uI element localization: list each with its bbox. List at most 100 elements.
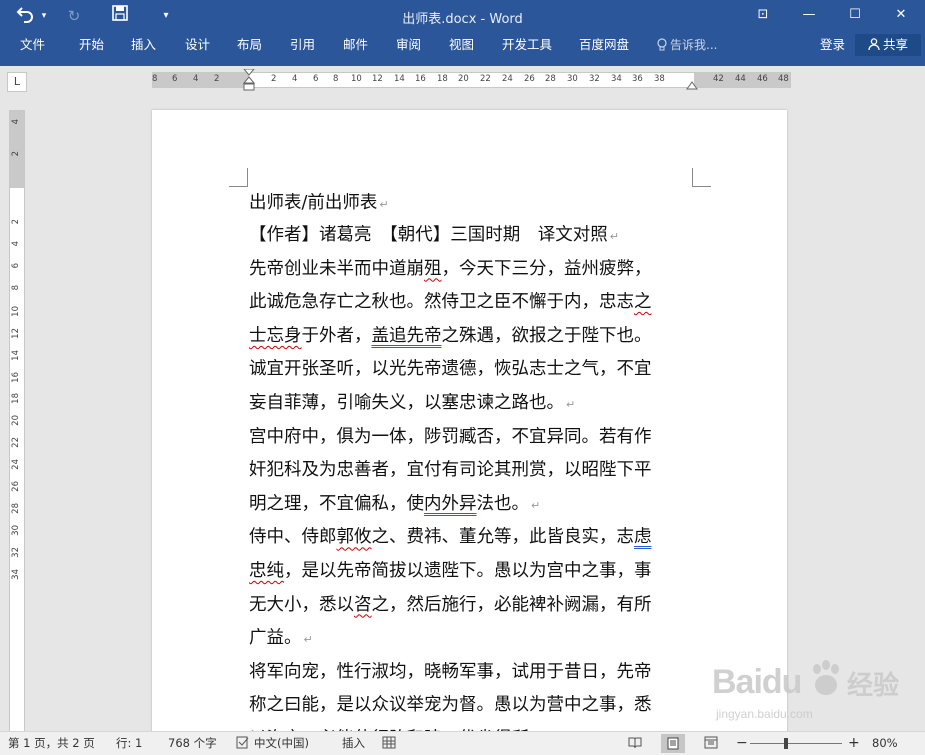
tab-review[interactable]: 审阅 xyxy=(396,34,421,66)
text-run: 先帝创业未半而中道崩 xyxy=(249,258,424,279)
document-line[interactable]: 广益。 ↵ xyxy=(249,622,694,656)
document-line[interactable]: 此诚危急存亡之秋也。然侍卫之臣不懈于内，忠志之 xyxy=(249,286,694,320)
ruler-tick: 44 xyxy=(735,74,746,84)
ruler-tick: 2 xyxy=(214,74,220,84)
word-count[interactable]: 768 个字 xyxy=(168,732,217,755)
tell-me-label: 告诉我... xyxy=(670,38,718,52)
language-indicator[interactable]: 中文(中国) xyxy=(254,732,309,755)
ruler-tick: 46 xyxy=(757,74,768,84)
ruler-tick: 32 xyxy=(11,547,21,558)
document-line[interactable]: 忠纯，是以先帝简拔以遗陛下。愚以为宫中之事，事 xyxy=(249,555,694,589)
document-line[interactable]: 先帝创业未半而中道崩殂，今天下三分，益州疲弊， xyxy=(249,253,694,287)
lightbulb-icon xyxy=(657,38,667,51)
tab-insert[interactable]: 插入 xyxy=(131,34,156,66)
read-mode-icon[interactable] xyxy=(628,736,642,749)
web-layout-icon[interactable] xyxy=(704,736,718,749)
close-button[interactable]: ✕ xyxy=(886,4,916,26)
tab-developer[interactable]: 开发工具 xyxy=(502,34,552,66)
tab-selector[interactable]: L xyxy=(7,72,27,92)
zoom-in-button[interactable]: + xyxy=(848,732,860,755)
ruler-tick: 2 xyxy=(11,219,21,225)
text-run: 之、费祎、董允等，此皆良实，志 xyxy=(371,527,635,548)
ruler-tick: 26 xyxy=(11,481,21,492)
print-layout-icon xyxy=(667,737,679,750)
proofing-flagged-text: 虑 xyxy=(634,527,652,548)
tab-file[interactable]: 文件 xyxy=(20,34,45,66)
text-run: 之殊遇，欲报之于陛下也。 xyxy=(441,325,652,346)
macro-recording-icon[interactable] xyxy=(382,736,396,749)
document-line[interactable]: 诚宜开张圣听，以光先帝遗德，恢弘志士之气，不宜 xyxy=(249,353,694,387)
sign-in-link[interactable]: 登录 xyxy=(820,34,845,66)
zoom-level[interactable]: 80% xyxy=(872,732,898,755)
document-line[interactable]: 侍中、侍郎郭攸之、费祎、董允等，此皆良实，志虑 xyxy=(249,521,694,555)
ruler-tick: 34 xyxy=(611,74,622,84)
text-run: 宫中府中，俱为一体，陟罚臧否，不宜异同。若有作 xyxy=(249,426,652,447)
text-run: 法也。 xyxy=(476,493,530,514)
print-layout-button[interactable] xyxy=(661,734,685,753)
document-line[interactable]: 明之理，不宜偏私，使内外异法也。 ↵ xyxy=(249,488,694,522)
ruler-tick: 32 xyxy=(589,74,600,84)
ruler-tick: 18 xyxy=(11,393,21,404)
proofing-flagged-text: 内外异 xyxy=(424,493,477,514)
text-run: 此诚危急存亡之秋也。然侍卫之臣不懈于内，忠志 xyxy=(249,292,634,313)
zoom-out-button[interactable]: − xyxy=(736,732,748,755)
vertical-ruler[interactable]: 4 2 2 4 6 8 10 12 14 16 18 20 22 24 26 2… xyxy=(9,110,25,752)
document-line[interactable]: 无大小，悉以咨之，然后施行，必能裨补阙漏，有所 xyxy=(249,589,694,623)
ruler-tick: 4 xyxy=(193,74,199,84)
document-line[interactable]: 妄自菲薄，引喻失义，以塞忠谏之路也。 ↵ xyxy=(249,387,694,421)
minimize-button[interactable]: — xyxy=(794,4,824,26)
page-indicator[interactable]: 第 1 页，共 2 页 xyxy=(8,732,95,755)
ruler-tick: 2 xyxy=(271,74,277,84)
document-line[interactable]: 宫中府中，俱为一体，陟罚臧否，不宜异同。若有作 xyxy=(249,421,694,455)
person-icon xyxy=(868,38,880,51)
crop-mark xyxy=(229,168,248,187)
ruler-tick: 30 xyxy=(567,74,578,84)
document-line[interactable]: 【作者】诸葛亮 【朝代】三国时期 译文对照 ↵ xyxy=(249,219,694,253)
ruler-tick: 22 xyxy=(480,74,491,84)
ribbon-display-options-button[interactable]: ⊡ xyxy=(748,4,778,26)
insert-mode-indicator[interactable]: 插入 xyxy=(342,732,365,755)
tab-design[interactable]: 设计 xyxy=(185,34,210,66)
share-label: 共享 xyxy=(882,37,908,52)
ruler-tick: 8 xyxy=(333,74,339,84)
tell-me-search[interactable]: 告诉我... xyxy=(657,34,717,66)
tab-mailings[interactable]: 邮件 xyxy=(343,34,368,66)
tab-layout[interactable]: 布局 xyxy=(237,34,262,66)
proofing-icon[interactable] xyxy=(236,736,250,749)
text-run: 于外者， xyxy=(301,325,372,346)
proofing-flagged-text: 盖追先帝 xyxy=(371,325,442,346)
document-line[interactable]: 奸犯科及为忠善者，宜付有司论其刑赏，以昭陛下平 xyxy=(249,454,694,488)
ruler-tick: 20 xyxy=(458,74,469,84)
share-button[interactable]: 共享 xyxy=(855,34,921,56)
crop-mark xyxy=(692,168,711,187)
right-indent-marker[interactable] xyxy=(686,81,698,91)
text-run: 出师表/前出师表 xyxy=(249,193,378,213)
ruler-tick: 22 xyxy=(11,437,21,448)
document-body[interactable]: 出师表/前出师表 ↵ 【作者】诸葛亮 【朝代】三国时期 译文对照 ↵ 先帝创业未半而中道… xyxy=(249,187,694,750)
tab-references[interactable]: 引用 xyxy=(290,34,315,66)
tab-home[interactable]: 开始 xyxy=(79,34,104,66)
ruler-tick: 42 xyxy=(713,74,724,84)
text-run: ，是以先帝简拔以遗陛下。愚以为宫中之事，事 xyxy=(284,560,652,581)
text-run: 广益。 xyxy=(249,628,302,649)
horizontal-ruler[interactable]: 8 6 4 2 2 4 6 8 10 12 14 16 18 20 22 24 … xyxy=(152,69,791,91)
zoom-slider-thumb[interactable] xyxy=(783,738,788,749)
first-line-indent-marker[interactable] xyxy=(243,69,255,93)
document-line[interactable]: 出师表/前出师表 ↵ xyxy=(249,187,694,219)
ribbon-tab-bar: 文件 开始 插入 设计 布局 引用 邮件 审阅 视图 开发工具 百度网盘 告诉我… xyxy=(0,34,925,66)
document-page[interactable]: 出师表/前出师表 ↵ 【作者】诸葛亮 【朝代】三国时期 译文对照 ↵ 先帝创业未半而中道… xyxy=(152,110,787,750)
paragraph-mark: ↵ xyxy=(379,198,389,211)
proofing-flagged-text: 郭攸 xyxy=(336,527,372,548)
document-line[interactable]: 称之曰能，是以众议举宠为督。愚以为营中之事，悉 xyxy=(249,689,694,723)
tab-view[interactable]: 视图 xyxy=(449,34,474,66)
ruler-tick: 10 xyxy=(11,306,21,317)
proofing-flagged-text: 咨 xyxy=(354,594,372,615)
line-indicator[interactable]: 行: 1 xyxy=(116,732,142,755)
document-line[interactable]: 士忘身于外者，盖追先帝之殊遇，欲报之于陛下也。 xyxy=(249,320,694,354)
maximize-button[interactable]: ☐ xyxy=(840,4,870,26)
ruler-tick: 36 xyxy=(632,74,643,84)
text-run: 明之理，不宜偏私，使 xyxy=(249,493,424,514)
tab-baidu-netdisk[interactable]: 百度网盘 xyxy=(579,34,629,66)
document-line[interactable]: 将军向宠，性行淑均，晓畅军事，试用于昔日，先帝 xyxy=(249,656,694,690)
zoom-slider[interactable] xyxy=(750,738,842,749)
